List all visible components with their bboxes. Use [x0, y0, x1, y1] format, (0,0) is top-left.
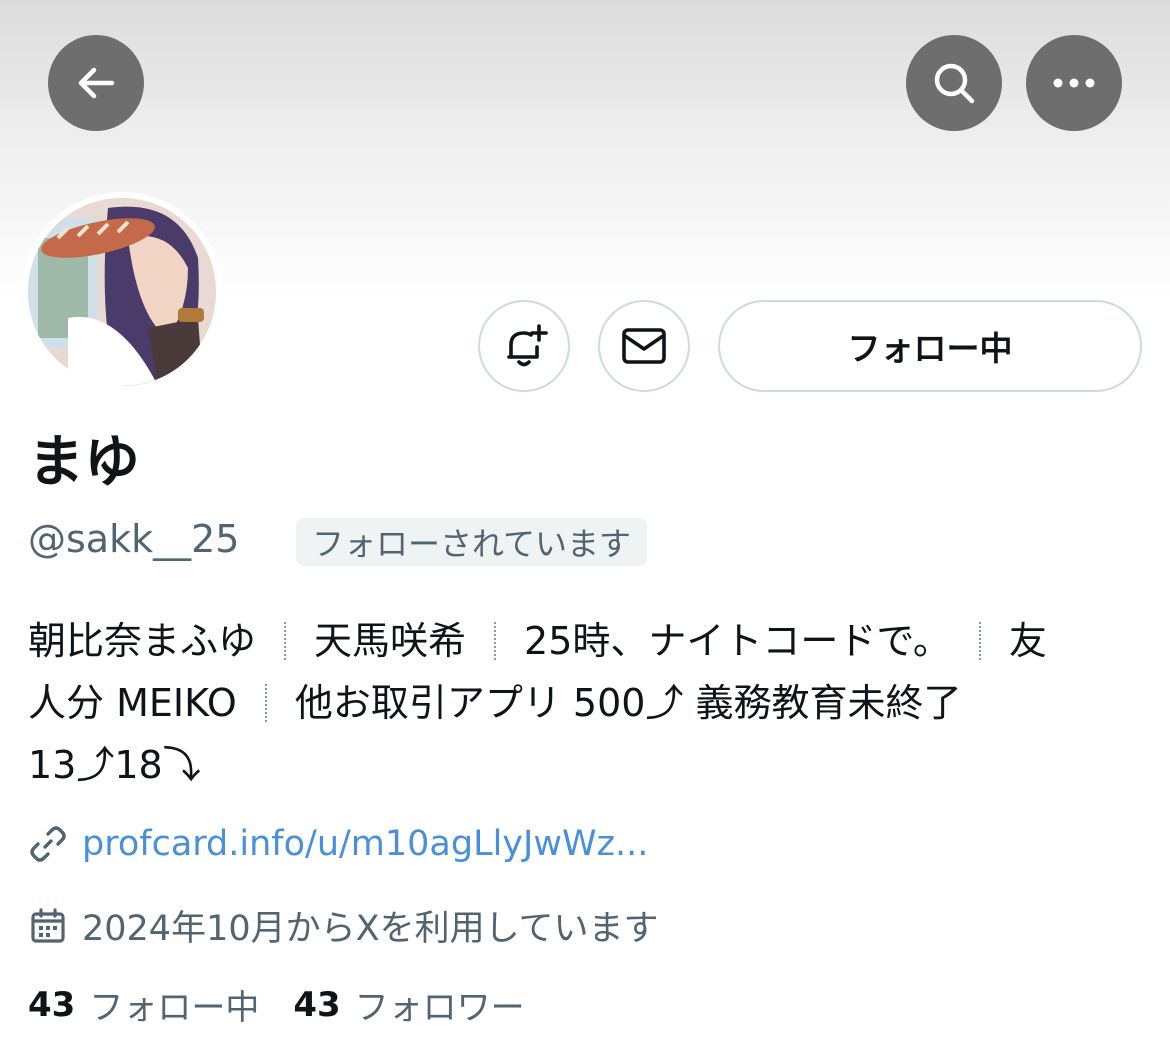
- followers-label[interactable]: フォロワー: [355, 980, 525, 1029]
- separator: [494, 622, 497, 660]
- bio-line-2: 人分 MEIKO 他お取引アプリ 500⤴ 義務教育未終了: [28, 672, 1148, 734]
- calendar-icon: [31, 907, 65, 943]
- followers-count[interactable]: 43: [293, 985, 340, 1025]
- search-button[interactable]: [906, 35, 1002, 131]
- bio-segment: 25時、ナイトコードで。: [524, 619, 951, 663]
- separator: [978, 622, 981, 660]
- bio-segment: 天馬咲希: [314, 619, 467, 663]
- bio-line-1: 朝比奈まふゆ 天馬咲希 25時、ナイトコードで。 友: [28, 610, 1148, 672]
- message-button[interactable]: [598, 300, 690, 392]
- bio-segment: 友: [1008, 619, 1047, 663]
- bio-line-3: 13⤴18⤵: [28, 734, 1148, 796]
- avatar[interactable]: [22, 192, 222, 392]
- joined-date: 2024年10月からXを利用しています: [82, 909, 659, 949]
- envelope-icon: [622, 328, 666, 364]
- joined-row: 2024年10月からXを利用しています: [28, 900, 659, 951]
- display-name: まゆ: [28, 430, 140, 495]
- separator: [264, 684, 267, 722]
- avatar-image: [28, 198, 216, 386]
- follow-counts: 43 フォロー中 43 フォロワー: [28, 980, 559, 1029]
- more-button[interactable]: [1026, 35, 1122, 131]
- notify-button[interactable]: [478, 300, 570, 392]
- bio-segment: 人分 MEIKO: [28, 681, 237, 725]
- bell-plus-icon: [507, 324, 548, 367]
- bio-segment: 他お取引アプリ 500⤴ 義務教育未終了: [294, 681, 962, 725]
- separator: [284, 622, 287, 660]
- following-count[interactable]: 43: [28, 985, 75, 1025]
- bio: 朝比奈まふゆ 天馬咲希 25時、ナイトコードで。 友 人分 MEIKO 他お取引…: [28, 610, 1148, 796]
- search-icon: [934, 63, 975, 104]
- link-icon: [30, 826, 66, 862]
- back-button[interactable]: [48, 35, 144, 131]
- following-label[interactable]: フォロー中: [89, 980, 259, 1029]
- profile-link-row: profcard.info/u/m10agLlyJwWz...: [28, 824, 648, 864]
- following-button[interactable]: フォロー中: [718, 300, 1142, 392]
- follows-you-badge: フォローされています: [296, 518, 648, 566]
- profile-link[interactable]: profcard.info/u/m10agLlyJwWz...: [82, 824, 648, 864]
- user-handle: @sakk__25: [28, 517, 240, 561]
- bio-segment: 朝比奈まふゆ: [28, 619, 257, 663]
- bio-segment: 13⤴18⤵: [28, 743, 201, 787]
- back-arrow-icon: [78, 67, 115, 99]
- more-icon: [1053, 78, 1095, 88]
